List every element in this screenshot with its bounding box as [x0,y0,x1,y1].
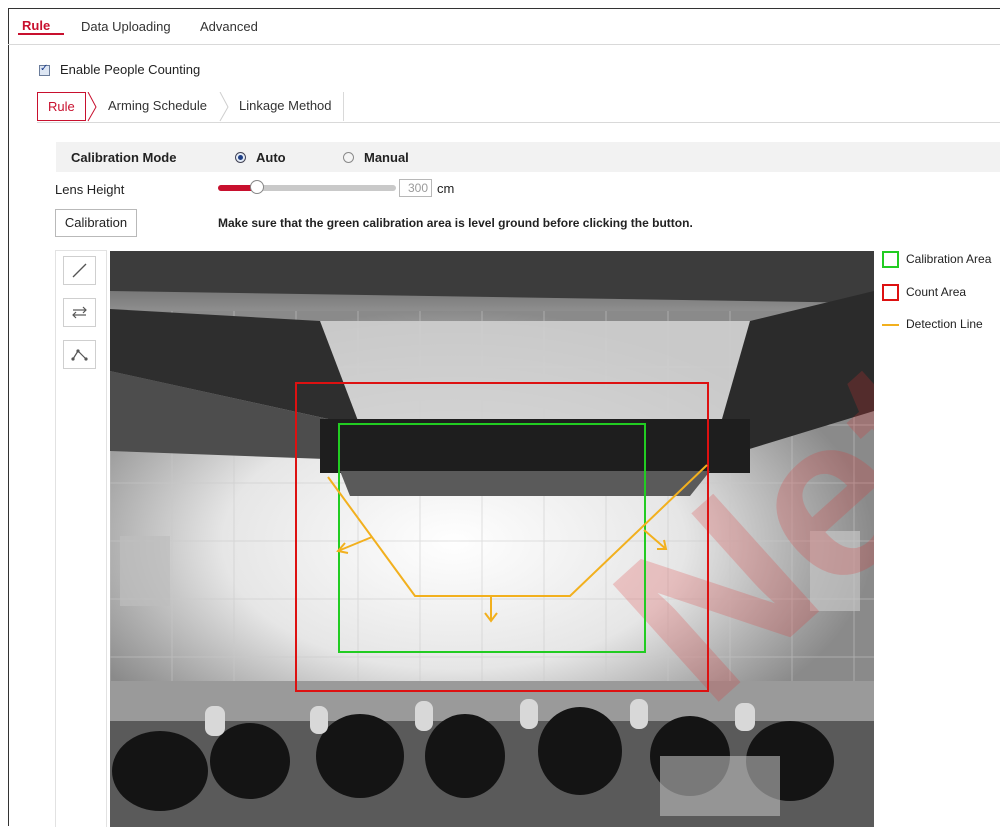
tab-advanced[interactable]: Advanced [200,19,258,34]
subtab-rule[interactable]: Rule [37,92,86,121]
swap-direction-icon [72,306,87,319]
auto-radio[interactable] [235,152,246,163]
enable-people-counting-label: Enable People Counting [60,62,201,77]
subtab-end-divider [343,92,344,121]
manual-label: Manual [364,150,409,165]
subtab-linkage-method[interactable]: Linkage Method [239,92,332,121]
polyline-icon [71,349,88,361]
calibration-mode-label: Calibration Mode [71,150,177,165]
swap-direction-button[interactable] [63,298,96,327]
drawing-toolbar [55,250,107,827]
lens-height-input[interactable]: 300 [399,179,432,197]
subtab-arming-schedule[interactable]: Arming Schedule [108,92,207,121]
subtab-linkage-method-label: Linkage Method [239,98,332,113]
subtab-arming-schedule-label: Arming Schedule [108,98,207,113]
count-area-legend-swatch [882,284,899,301]
lens-height-slider-handle[interactable] [250,180,264,194]
detection-line-legend-swatch [882,324,899,326]
subtab-separator-1 [87,92,97,122]
enable-people-counting-checkbox[interactable] [39,63,50,76]
calibration-area-legend-label: Calibration Area [906,252,992,266]
lens-height-slider-track[interactable] [218,185,396,191]
lens-height-value: 300 [407,181,428,195]
calibration-button[interactable]: Calibration [55,209,137,237]
draw-line-icon [72,263,87,278]
calibration-area-legend-swatch [882,251,899,268]
calibration-hint: Make sure that the green calibration are… [218,216,693,230]
draw-line-button[interactable] [63,256,96,285]
camera-live-view[interactable]: Net [110,251,874,827]
camera-scene: Net [110,251,874,827]
subtab-separator-2 [219,92,229,122]
detection-line-legend-label: Detection Line [906,317,983,331]
active-tab-indicator [18,33,64,35]
manual-radio[interactable] [343,152,354,163]
count-area-legend-label: Count Area [906,285,967,299]
calibration-mode-row [56,142,1000,172]
polyline-button[interactable] [63,340,96,369]
tab-data-uploading[interactable]: Data Uploading [81,19,171,34]
lens-height-label: Lens Height [55,182,125,197]
auto-label: Auto [256,150,286,165]
lens-height-unit: cm [437,181,455,196]
subtab-rule-label: Rule [48,99,75,114]
tab-rule[interactable]: Rule [22,18,50,33]
